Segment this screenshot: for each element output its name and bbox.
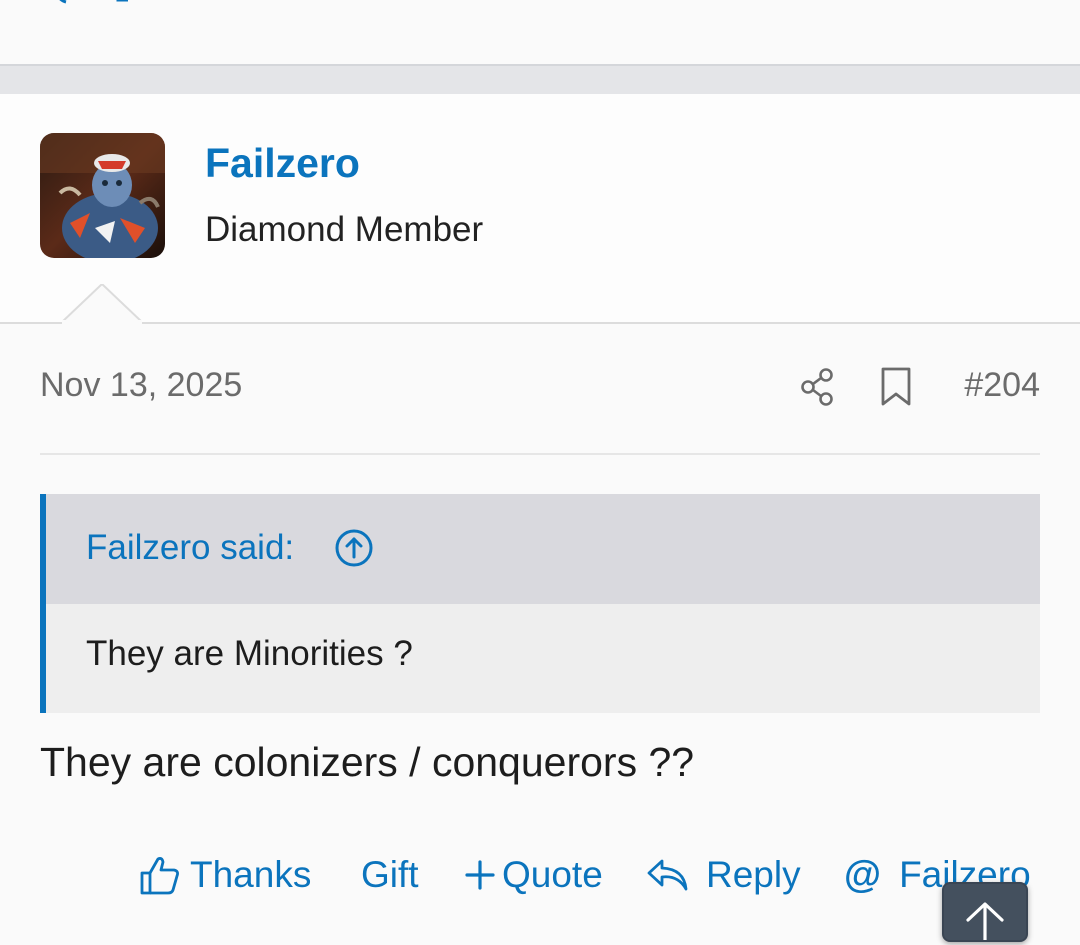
meta-divider: [40, 453, 1040, 455]
post-date[interactable]: Nov 13, 2025: [40, 366, 242, 405]
avatar[interactable]: [40, 133, 165, 258]
quote-button[interactable]: Quote: [464, 849, 603, 901]
plus-icon: [465, 860, 495, 890]
at-sign-icon: @: [844, 853, 882, 896]
forum-post: Failzero Diamond Member Nov 13, 2025 #20…: [0, 94, 1080, 942]
thumbs-up-icon: [140, 857, 179, 895]
scroll-to-top-button[interactable]: [942, 882, 1028, 942]
gift-button[interactable]: Gift: [361, 849, 419, 901]
reply-label: Reply: [706, 854, 801, 895]
reply-arrow-icon: [647, 859, 688, 891]
thanks-label: Thanks: [190, 854, 312, 895]
post-author-title: Diamond Member: [205, 210, 484, 249]
quote-block: Failzero said: They are Minorities ?: [40, 494, 1040, 713]
reply-button[interactable]: Reply: [646, 849, 801, 901]
thanks-button[interactable]: Thanks: [138, 849, 311, 901]
bookmark-icon[interactable]: [878, 366, 914, 408]
post-body-text: They are colonizers / conquerors ??: [40, 739, 695, 785]
avatar-image: [40, 133, 165, 258]
share-icon[interactable]: [798, 366, 838, 408]
post-user-block: Failzero Diamond Member: [0, 94, 1080, 324]
arrow-up-icon: [966, 902, 1004, 940]
arrow-up-circle-icon[interactable]: [334, 528, 374, 568]
post-meta-row: Nov 13, 2025 #204: [40, 366, 1040, 416]
user-block-pointer: [62, 284, 142, 324]
gift-label: Gift: [361, 854, 419, 895]
post-actions: Thanks Gift Quote Reply @ Failzero: [0, 849, 1080, 909]
post-author-username[interactable]: Failzero: [205, 140, 360, 187]
quote-author-link[interactable]: Failzero said:: [86, 528, 294, 568]
quote-text: They are Minorities ?: [86, 634, 413, 673]
previous-post-footer: [0, 0, 1080, 64]
previous-post-actions-partial: [59, 0, 128, 4]
post-number[interactable]: #204: [964, 366, 1040, 405]
post-separator: [0, 64, 1080, 94]
quote-header: Failzero said:: [46, 494, 1040, 604]
quote-label: Quote: [502, 854, 603, 895]
